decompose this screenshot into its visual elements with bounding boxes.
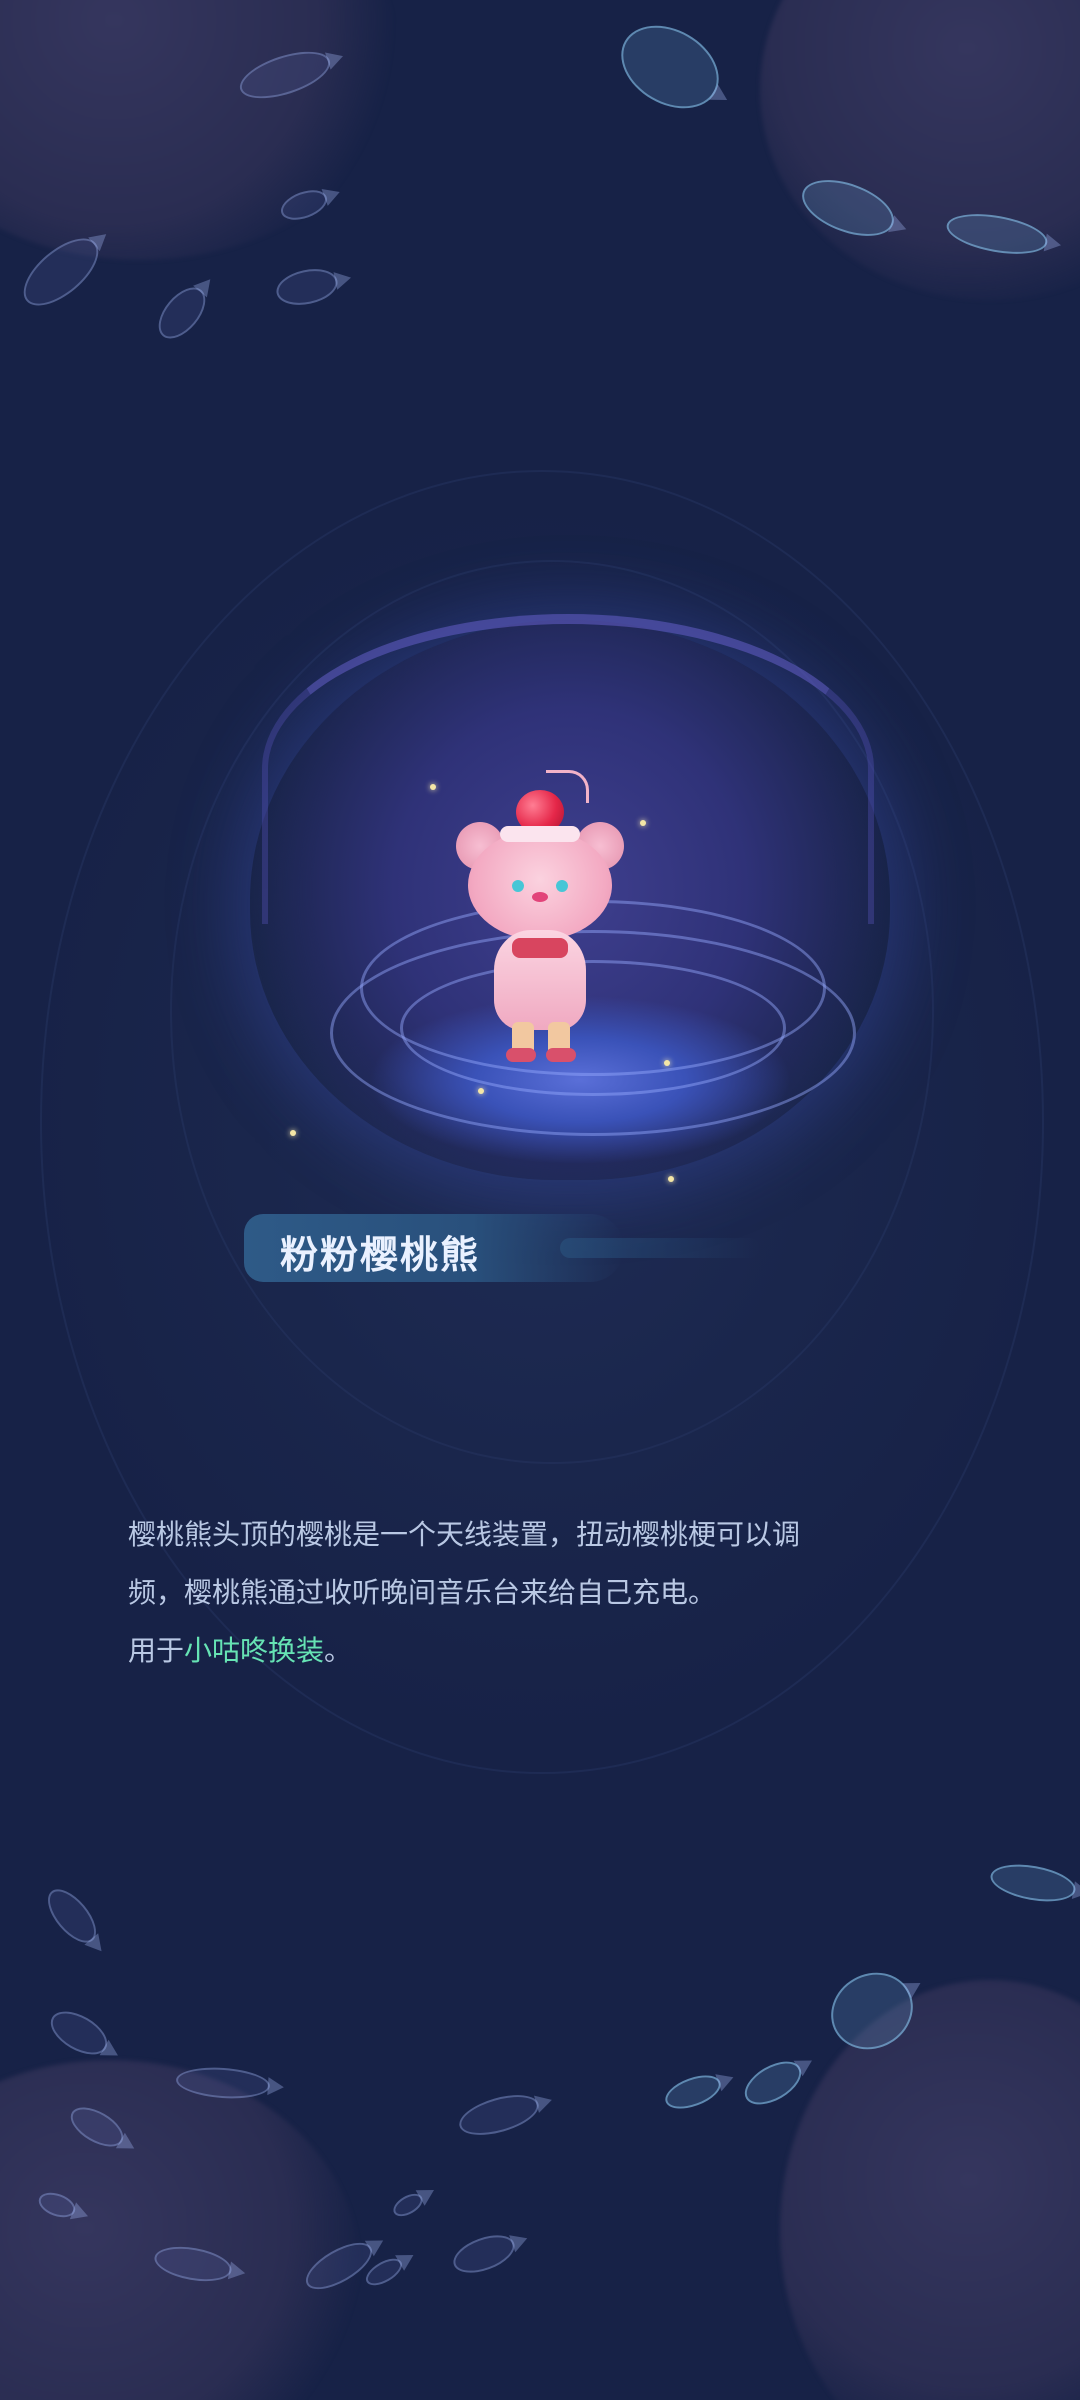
usage-prefix: 用于 (128, 1634, 185, 1667)
bear-eye-left (512, 880, 524, 892)
sparkle (430, 784, 436, 790)
bear-shoe-right (546, 1048, 576, 1062)
fish-icon (737, 2052, 809, 2114)
bear-eye-right (556, 880, 568, 892)
bear-head (468, 830, 612, 940)
description-line: 频，樱桃熊通过收听晚间音乐台来给自己充电。 (128, 1576, 717, 1609)
cherry-bear-character (456, 760, 624, 1062)
fish-icon (660, 2068, 726, 2116)
bear-bow (512, 938, 568, 958)
fish-icon (149, 279, 215, 347)
fish-icon (606, 8, 734, 126)
sparkle (640, 820, 646, 826)
item-name: 粉粉樱桃熊 (280, 1233, 481, 1277)
usage-line: 用于小咕咚换装。 (128, 1622, 948, 1680)
item-detail-screen: 粉粉樱桃熊 樱桃熊头顶的樱桃是一个天线装置，扭动樱桃梗可以调 频，樱桃熊通过收听… (0, 0, 1080, 2400)
bear-shoe-left (506, 1048, 536, 1062)
fish-icon (454, 2087, 544, 2143)
usage-suffix: 。 (324, 1634, 353, 1667)
item-description: 樱桃熊头顶的樱桃是一个天线装置，扭动樱桃梗可以调 频，樱桃熊通过收听晚间音乐台来… (128, 1506, 948, 1680)
cloud-top-right (760, 0, 1080, 300)
sparkle (290, 1130, 296, 1136)
cloud-top-left (0, 0, 400, 260)
bear-nose (532, 892, 548, 902)
description-line: 樱桃熊头顶的樱桃是一个天线装置，扭动樱桃梗可以调 (128, 1518, 801, 1551)
fish-icon (43, 2002, 115, 2064)
fish-icon (389, 2189, 427, 2221)
fish-icon (39, 1881, 105, 1951)
cloud-bottom-right (780, 1980, 1080, 2400)
cloud-bottom-left (0, 2060, 360, 2400)
usage-target-link: 小咕咚换装 (184, 1634, 325, 1667)
sparkle (478, 1088, 484, 1094)
sparkle (668, 1176, 674, 1182)
fish-icon (273, 263, 341, 311)
bear-frill (500, 826, 580, 842)
fish-icon (987, 1858, 1079, 1908)
sparkle (664, 1060, 670, 1066)
fish-icon (448, 2228, 520, 2280)
